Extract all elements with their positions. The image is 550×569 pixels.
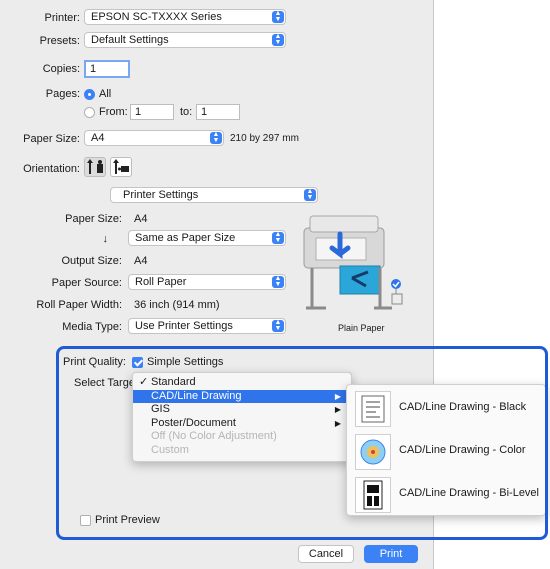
pages-to-field[interactable]: 1 (196, 104, 240, 120)
media-type-label: Media Type: (62, 321, 122, 333)
paper-size-popup[interactable]: A4 ▲ ▼ (84, 130, 224, 146)
section-menu-popup[interactable]: Printer Settings ▲ ▼ (110, 187, 318, 203)
presets-label: Presets: (39, 35, 80, 47)
media-preview-caption: Plain Paper (338, 323, 385, 333)
stepper-icon: ▲ ▼ (272, 275, 284, 288)
copies-field[interactable]: 1 (84, 60, 130, 78)
cancel-button[interactable]: Cancel (298, 545, 354, 563)
presets-popup[interactable]: Default Settings ▲ ▼ (84, 32, 286, 48)
pages-all-radio[interactable] (84, 89, 95, 100)
output-size-label: Output Size: (61, 255, 122, 267)
media-type-popup[interactable]: Use Printer Settings ▲ ▼ (128, 318, 286, 334)
media-type-value: Use Printer Settings (135, 320, 233, 332)
pages-from-radio[interactable] (84, 107, 95, 118)
stepper-icon: ▲ ▼ (272, 231, 284, 244)
portrait-orientation-button[interactable] (84, 157, 106, 177)
section-menu-value: Printer Settings (123, 189, 199, 201)
stepper-icon: ▲ ▼ (210, 131, 222, 144)
paper-dimensions: 210 by 297 mm (230, 133, 299, 144)
print-button[interactable]: Print (364, 545, 418, 563)
landscape-orientation-button[interactable] (110, 157, 132, 177)
printer-popup[interactable]: EPSON SC-TXXXX Series ▲ ▼ (84, 9, 286, 25)
pages-from-field[interactable]: 1 (130, 104, 174, 120)
roll-width-label: Roll Paper Width: (36, 299, 122, 311)
printer-label: Printer: (44, 12, 80, 24)
printer-illustration (303, 215, 403, 310)
landscape-icon (113, 159, 129, 174)
roll-width-value: 36 inch (914 mm) (134, 299, 220, 311)
stepper-icon: ▲ ▼ (272, 10, 284, 23)
highlight-frame (56, 346, 548, 540)
paper-size-value: A4 (91, 132, 105, 144)
stepper-icon: ▲ ▼ (272, 319, 284, 332)
copies-label: Copies: (42, 63, 80, 75)
orientation-label: Orientation: (23, 163, 80, 175)
settings-paper-size-value: A4 (134, 213, 148, 225)
scaling-value: Same as Paper Size (135, 232, 236, 244)
pages-from-label: From: (99, 106, 128, 118)
paper-source-label: Paper Source: (51, 277, 122, 289)
pages-to-label: to: (180, 106, 193, 118)
printer-value: EPSON SC-TXXXX Series (91, 11, 222, 23)
output-size-value: A4 (134, 255, 148, 267)
paper-source-value: Roll Paper (135, 276, 187, 288)
paper-source-popup[interactable]: Roll Paper ▲ ▼ (128, 274, 286, 290)
down-arrow-icon: ↓ (102, 233, 109, 245)
pages-label: Pages: (45, 88, 80, 100)
scaling-popup[interactable]: Same as Paper Size ▲ ▼ (128, 230, 286, 246)
presets-value: Default Settings (91, 34, 169, 46)
portrait-icon (87, 159, 103, 174)
stepper-icon: ▲ ▼ (272, 33, 284, 46)
paper-size-label: Paper Size: (23, 133, 80, 145)
pages-all-label: All (99, 88, 112, 100)
settings-paper-size-label: Paper Size: (65, 213, 122, 225)
stepper-icon: ▲ ▼ (304, 188, 316, 201)
